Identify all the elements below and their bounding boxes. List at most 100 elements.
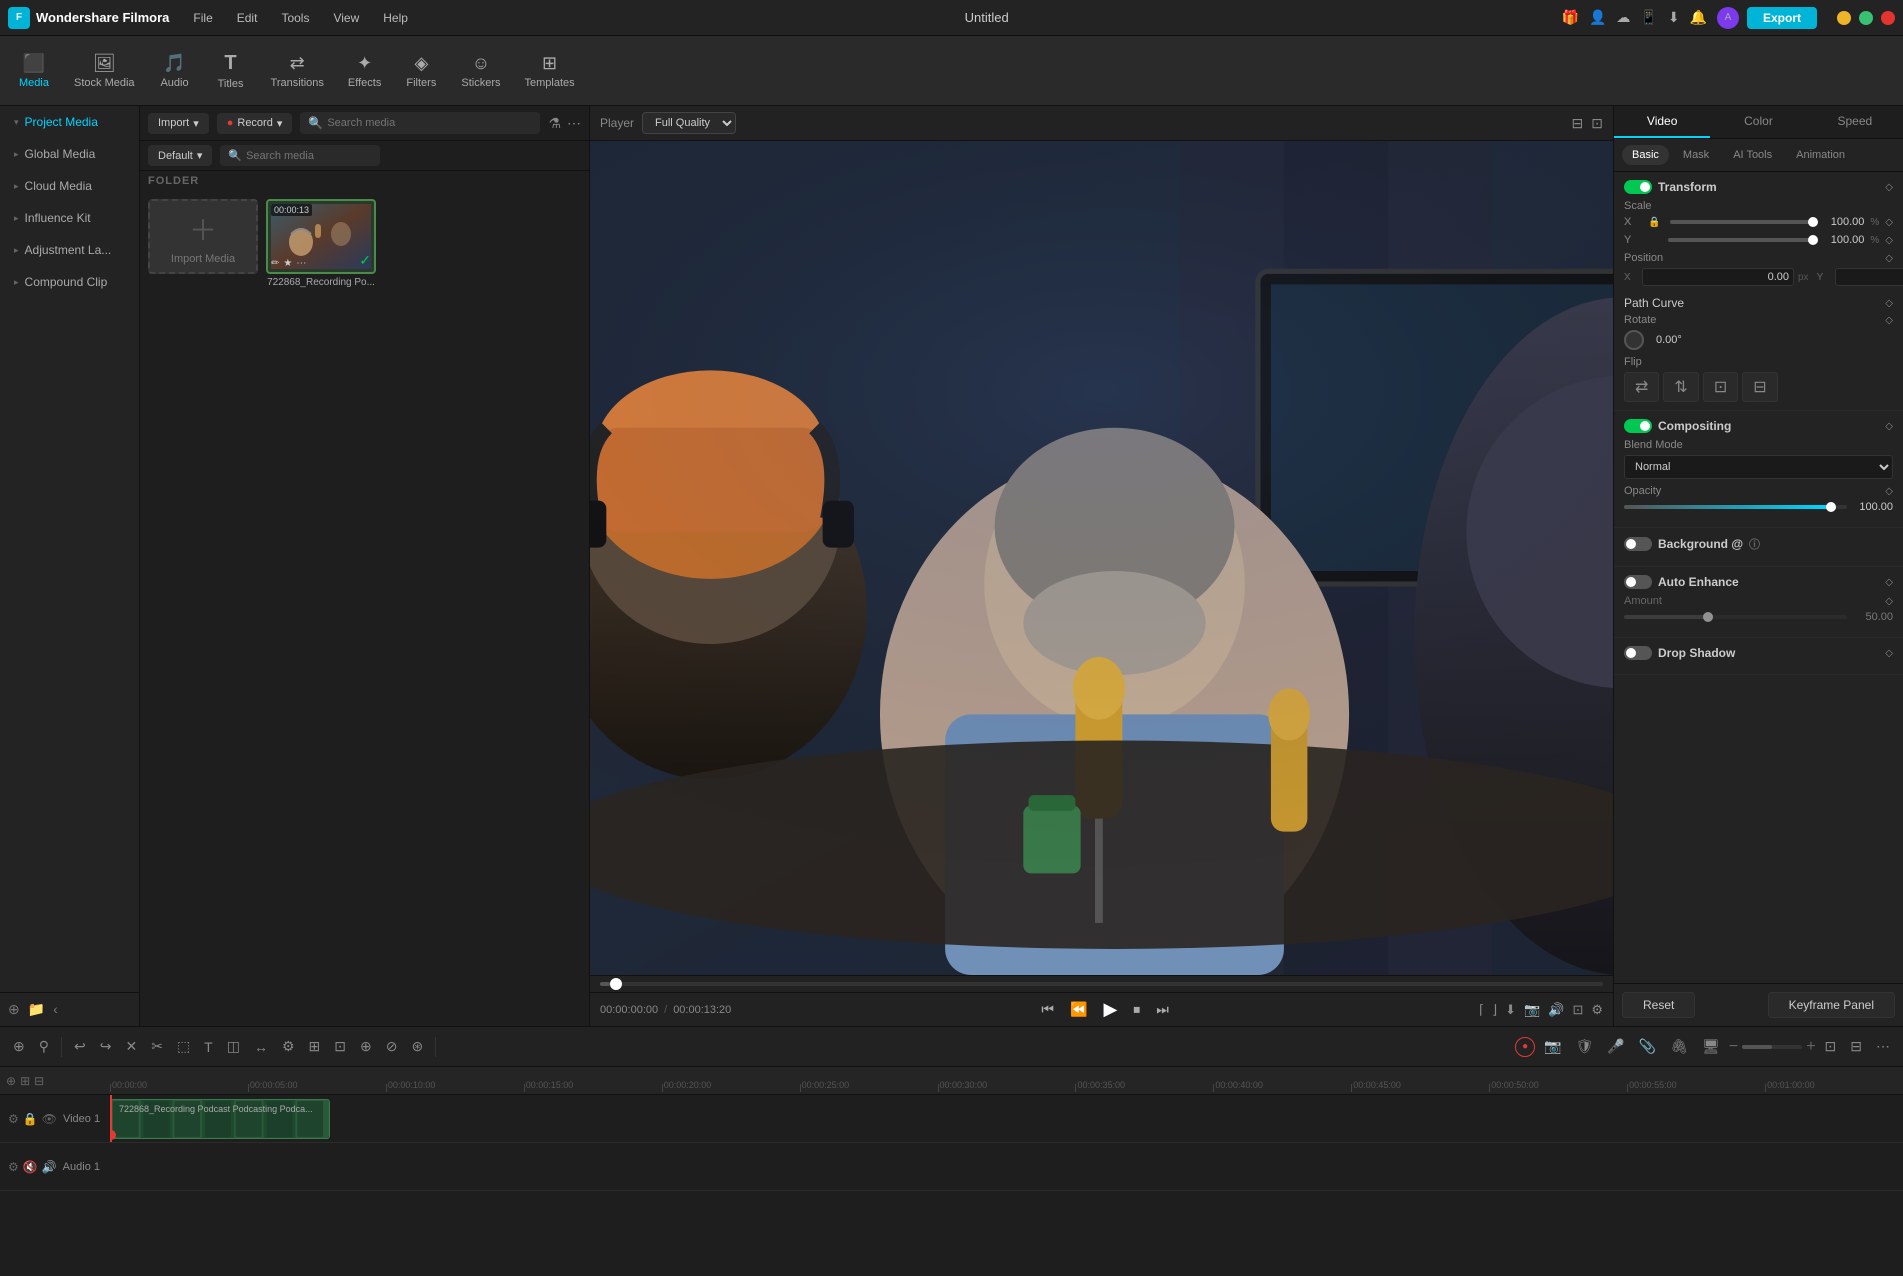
tl-undo-button[interactable]: ↩ — [69, 1035, 91, 1058]
upgrade-icon[interactable]: 🎁 — [1562, 9, 1579, 26]
play-button[interactable]: ▶ — [1099, 997, 1121, 1022]
sidebar-item-global-media[interactable]: ▸ Global Media — [4, 139, 135, 169]
tl-cam-button[interactable]: 📷 — [1539, 1035, 1566, 1058]
menu-view[interactable]: View — [329, 7, 363, 29]
tl-select-button[interactable]: ◫ — [222, 1035, 245, 1058]
auto-enhance-keyframe[interactable]: ◇ — [1885, 577, 1893, 588]
zoom-slider[interactable] — [1742, 1045, 1802, 1049]
sub-tab-mask[interactable]: Mask — [1673, 145, 1719, 165]
audio-track-settings-button[interactable]: ⚙ — [8, 1160, 19, 1174]
collapse-tracks-icon[interactable]: ⊟ — [34, 1074, 44, 1088]
zoom-plus-icon[interactable]: + — [1806, 1038, 1815, 1056]
add-folder-icon[interactable]: ⊕ — [8, 1001, 20, 1018]
notification-icon[interactable]: 🔔 — [1690, 9, 1707, 26]
toolbar-effects[interactable]: ✦ Effects — [338, 47, 391, 95]
tl-keyframe-button[interactable]: ⊡ — [329, 1035, 351, 1058]
menu-tools[interactable]: Tools — [277, 7, 313, 29]
folder-icon[interactable]: 📁 — [28, 1001, 45, 1018]
media-clip-item[interactable]: 00:00:13 — [266, 199, 376, 288]
tl-text-button[interactable]: T — [199, 1036, 218, 1058]
opacity-slider[interactable] — [1624, 505, 1847, 509]
stop-button[interactable]: ⏹ — [1129, 999, 1144, 1020]
default-sort-button[interactable]: Default ▾ — [148, 145, 212, 166]
step-back-button[interactable]: ⏪ — [1066, 999, 1091, 1020]
tl-settings-button[interactable]: ⚙ — [277, 1035, 300, 1058]
sub-tab-basic[interactable]: Basic — [1622, 145, 1669, 165]
auto-enhance-toggle[interactable] — [1624, 575, 1652, 589]
export-button[interactable]: Export — [1747, 7, 1817, 29]
toolbar-filters[interactable]: ◈ Filters — [395, 47, 447, 95]
skip-back-button[interactable]: ⏮ — [1037, 999, 1058, 1020]
video-track-settings-button[interactable]: ⚙ — [8, 1112, 19, 1126]
tl-cut-button[interactable]: ✂ — [146, 1035, 168, 1058]
transform-toggle[interactable] — [1624, 180, 1652, 194]
scale-y-keyframe[interactable]: ◇ — [1885, 235, 1893, 246]
toolbar-audio[interactable]: 🎵 Audio — [149, 47, 201, 95]
playback-thumb[interactable] — [610, 978, 622, 990]
sidebar-item-adjustment[interactable]: ▸ Adjustment La... — [4, 235, 135, 265]
tl-transform-button[interactable]: ↔ — [249, 1036, 273, 1058]
position-x-input[interactable] — [1642, 268, 1794, 286]
scale-x-keyframe[interactable]: ◇ — [1885, 217, 1893, 228]
toolbar-transitions[interactable]: ⇄ Transitions — [261, 47, 334, 95]
download-icon[interactable]: ⬇ — [1668, 9, 1680, 26]
toolbar-stock-media[interactable]: 🖼 Stock Media — [64, 47, 145, 95]
transform-keyframe-icon[interactable]: ◇ — [1885, 182, 1893, 193]
drop-shadow-keyframe[interactable]: ◇ — [1885, 648, 1893, 659]
tab-speed[interactable]: Speed — [1807, 106, 1903, 138]
tl-crop-button[interactable]: ⬚ — [172, 1035, 195, 1058]
rotate-keyframe[interactable]: ◇ — [1885, 315, 1893, 326]
collapse-panel-icon[interactable]: ‹ — [53, 1001, 58, 1018]
keyframe-panel-button[interactable]: Keyframe Panel — [1768, 992, 1895, 1018]
import-thumb[interactable]: ＋ Import Media — [148, 199, 258, 274]
split-view-icon[interactable]: ⊟ — [1572, 115, 1584, 132]
playback-progress[interactable] — [600, 982, 1603, 986]
position-keyframe[interactable]: ◇ — [1885, 253, 1893, 264]
quality-select[interactable]: Full Quality 1/2 1/4 — [642, 112, 736, 134]
close-button[interactable] — [1881, 11, 1895, 25]
sidebar-item-cloud-media[interactable]: ▸ Cloud Media — [4, 171, 135, 201]
toolbar-media[interactable]: ⬛ Media — [8, 47, 60, 95]
tl-layout-button[interactable]: ⊟ — [1845, 1035, 1867, 1058]
tab-video[interactable]: Video — [1614, 106, 1710, 138]
flip-vertical-button[interactable]: ⇅ — [1663, 372, 1698, 402]
audio-track-volume-button[interactable]: 🔊 — [42, 1160, 57, 1174]
record-button[interactable]: ● Record ▾ — [217, 113, 293, 134]
tl-fullscreen-button[interactable]: ⊡ — [1820, 1035, 1842, 1058]
background-info-icon[interactable]: ⓘ — [1749, 536, 1760, 552]
menu-edit[interactable]: Edit — [233, 7, 262, 29]
tl-delete-button[interactable]: ✕ — [120, 1035, 142, 1058]
reset-button[interactable]: Reset — [1622, 992, 1695, 1018]
background-toggle[interactable] — [1624, 537, 1652, 551]
crop-button[interactable]: ⊡ — [1703, 372, 1738, 402]
pip-icon[interactable]: ⊡ — [1572, 1002, 1583, 1018]
sidebar-item-compound-clip[interactable]: ▸ Compound Clip — [4, 267, 135, 297]
tl-record-button[interactable]: ● — [1515, 1037, 1535, 1057]
minimize-button[interactable] — [1837, 11, 1851, 25]
drop-shadow-toggle[interactable] — [1624, 646, 1652, 660]
expand-tracks-icon[interactable]: ⊞ — [20, 1074, 30, 1088]
tl-more-button[interactable]: ⊛ — [406, 1035, 428, 1058]
scale-x-slider[interactable] — [1670, 220, 1818, 224]
zoom-minus-icon[interactable]: − — [1729, 1038, 1738, 1056]
volume-icon[interactable]: 🔊 — [1548, 1002, 1564, 1018]
mark-out-icon[interactable]: ⌋ — [1492, 1002, 1497, 1018]
skip-forward-button[interactable]: ⏭ — [1152, 999, 1173, 1020]
fullscreen-icon[interactable]: ⊡ — [1591, 115, 1603, 132]
compositing-toggle[interactable] — [1624, 419, 1652, 433]
import-media-placeholder[interactable]: ＋ Import Media — [148, 199, 258, 288]
toolbar-templates[interactable]: ⊞ Templates — [514, 47, 584, 95]
toolbar-stickers[interactable]: ☺ Stickers — [451, 47, 510, 95]
tl-shield-button[interactable]: 🛡 — [1571, 1035, 1599, 1058]
add-track-icon[interactable]: ⊕ — [6, 1074, 16, 1088]
maximize-button[interactable] — [1859, 11, 1873, 25]
rotate-circle[interactable] — [1624, 330, 1644, 350]
tl-add-track-button[interactable]: ⊕ — [355, 1035, 377, 1058]
menu-help[interactable]: Help — [379, 7, 412, 29]
amount-slider[interactable] — [1624, 615, 1847, 619]
tl-more2-button[interactable]: ⋯ — [1871, 1035, 1895, 1058]
position-y-input[interactable] — [1835, 268, 1903, 286]
snapshot-icon[interactable]: 📷 — [1524, 1002, 1540, 1018]
import-button[interactable]: Import ▾ — [148, 113, 209, 134]
toolbar-titles[interactable]: T Titles — [205, 46, 257, 96]
